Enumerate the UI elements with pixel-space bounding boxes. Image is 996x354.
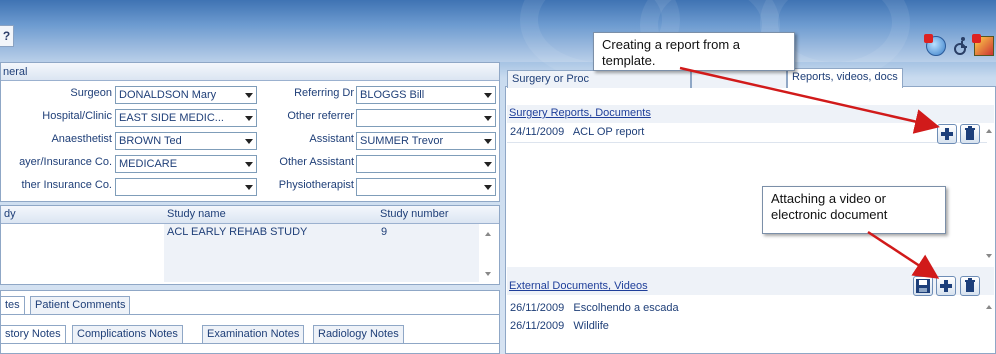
insurance-select[interactable]: MEDICARE xyxy=(115,155,257,173)
insurance-label: ayer/Insurance Co. xyxy=(19,156,112,168)
surgeon-select[interactable]: DONALDSON Mary xyxy=(115,86,257,104)
other-insurance-select[interactable] xyxy=(115,178,257,196)
external-date: 26/11/2009 xyxy=(510,320,565,332)
callout-template: Creating a report from a template. xyxy=(593,32,795,71)
trash-icon xyxy=(965,126,975,140)
anaesthetist-value: BROWN Ted xyxy=(119,135,182,147)
external-name: Escolhendo a escada xyxy=(573,302,679,314)
scroll-up-icon[interactable] xyxy=(986,129,992,133)
other-assistant-label: Other Assistant xyxy=(279,156,354,168)
other-assistant-select[interactable] xyxy=(356,155,496,173)
delete-external-button[interactable] xyxy=(960,276,980,296)
chevron-down-icon xyxy=(245,116,253,121)
toolbar-icon-3[interactable] xyxy=(972,34,994,56)
study-row-number[interactable]: 9 xyxy=(378,224,387,240)
help-button[interactable]: ? xyxy=(0,25,14,47)
alert-badge-icon xyxy=(972,34,981,43)
external-docs-title[interactable]: External Documents, Videos xyxy=(509,280,648,292)
chevron-down-icon xyxy=(245,139,253,144)
other-referrer-label: Other referrer xyxy=(287,110,354,122)
scroll-down-icon[interactable] xyxy=(986,254,992,258)
physiotherapist-select[interactable] xyxy=(356,178,496,196)
hospital-value: EAST SIDE MEDIC... xyxy=(119,112,224,124)
trash-icon xyxy=(965,278,975,292)
referring-dr-value: BLOGGS Bill xyxy=(360,89,425,101)
tab-surgery-procedure-details[interactable]: Surgery or Proc xyxy=(507,70,691,88)
tab-complications-notes[interactable]: Complications Notes xyxy=(72,325,183,343)
scroll-up-icon[interactable] xyxy=(485,232,491,236)
save-icon xyxy=(916,279,930,293)
chevron-down-icon xyxy=(484,185,492,190)
reports-divider xyxy=(507,142,987,143)
toolbar-icon-1[interactable] xyxy=(924,34,946,56)
other-referrer-select[interactable] xyxy=(356,109,496,127)
assistant-value: SUMMER Trevor xyxy=(360,135,444,147)
referring-dr-label: Referring Dr xyxy=(294,87,354,99)
chevron-down-icon xyxy=(484,139,492,144)
tab-patient-information[interactable] xyxy=(691,70,787,88)
assistant-label: Assistant xyxy=(309,133,354,145)
study-number-column-header: Study number xyxy=(380,208,449,220)
chevron-down-icon xyxy=(245,162,253,167)
surgeon-label: Surgeon xyxy=(70,87,112,99)
plus-icon xyxy=(941,128,953,140)
callout-attach: Attaching a video or electronic document xyxy=(762,186,946,234)
tab-patient-comments[interactable]: Patient Comments xyxy=(30,296,131,314)
toolbar-icon-2[interactable] xyxy=(951,36,971,56)
add-report-button[interactable] xyxy=(937,124,957,144)
external-name: Wildlife xyxy=(573,320,609,332)
external-date: 26/11/2009 xyxy=(510,302,565,314)
report-row[interactable]: 24/11/2009 ACL OP report xyxy=(507,124,987,140)
hospital-select[interactable]: EAST SIDE MEDIC... xyxy=(115,109,257,127)
plus-icon xyxy=(940,280,952,292)
chevron-down-icon xyxy=(484,162,492,167)
surgery-reports-title[interactable]: Surgery Reports, Documents xyxy=(509,107,651,119)
chevron-down-icon xyxy=(484,116,492,121)
scroll-up-icon[interactable] xyxy=(986,305,992,309)
external-row[interactable]: 26/11/2009 Wildlife xyxy=(507,318,987,334)
tab-examination-notes[interactable]: Examination Notes xyxy=(202,325,305,343)
assistant-select[interactable]: SUMMER Trevor xyxy=(356,132,496,150)
report-name: ACL OP report xyxy=(572,126,645,138)
surgeon-value: DONALDSON Mary xyxy=(119,89,217,101)
anaesthetist-select[interactable]: BROWN Ted xyxy=(115,132,257,150)
delete-report-button[interactable] xyxy=(960,124,980,144)
notes-subtab-divider xyxy=(0,343,500,344)
save-external-button[interactable] xyxy=(913,276,933,296)
header-banner xyxy=(0,0,996,80)
other-insurance-label: ther Insurance Co. xyxy=(21,179,113,191)
add-external-button[interactable] xyxy=(936,276,956,296)
general-header: neral xyxy=(1,63,499,81)
report-date: 24/11/2009 xyxy=(510,126,565,138)
scroll-down-icon[interactable] xyxy=(485,272,491,276)
chevron-down-icon xyxy=(245,185,253,190)
anaesthetist-label: Anaesthetist xyxy=(51,133,112,145)
external-row[interactable]: 26/11/2009 Escolhendo a escada xyxy=(507,300,987,316)
referring-dr-select[interactable]: BLOGGS Bill xyxy=(356,86,496,104)
tab-notes[interactable]: tes xyxy=(0,296,25,314)
study-column-header: dy xyxy=(4,208,16,220)
hospital-label: Hospital/Clinic xyxy=(42,110,112,122)
chevron-down-icon xyxy=(245,93,253,98)
alert-badge-icon xyxy=(924,34,933,43)
notes-tab-divider xyxy=(0,314,500,315)
chevron-down-icon xyxy=(484,93,492,98)
physiotherapist-label: Physiotherapist xyxy=(278,179,354,191)
tab-reports-videos-docs[interactable]: Reports, videos, docs xyxy=(787,68,903,88)
study-name-column-header: Study name xyxy=(167,208,226,220)
study-row-name[interactable]: ACL EARLY REHAB STUDY xyxy=(164,224,307,240)
tab-radiology-notes[interactable]: Radiology Notes xyxy=(313,325,404,343)
insurance-value: MEDICARE xyxy=(119,158,178,170)
tab-history-notes[interactable]: story Notes xyxy=(0,325,66,343)
